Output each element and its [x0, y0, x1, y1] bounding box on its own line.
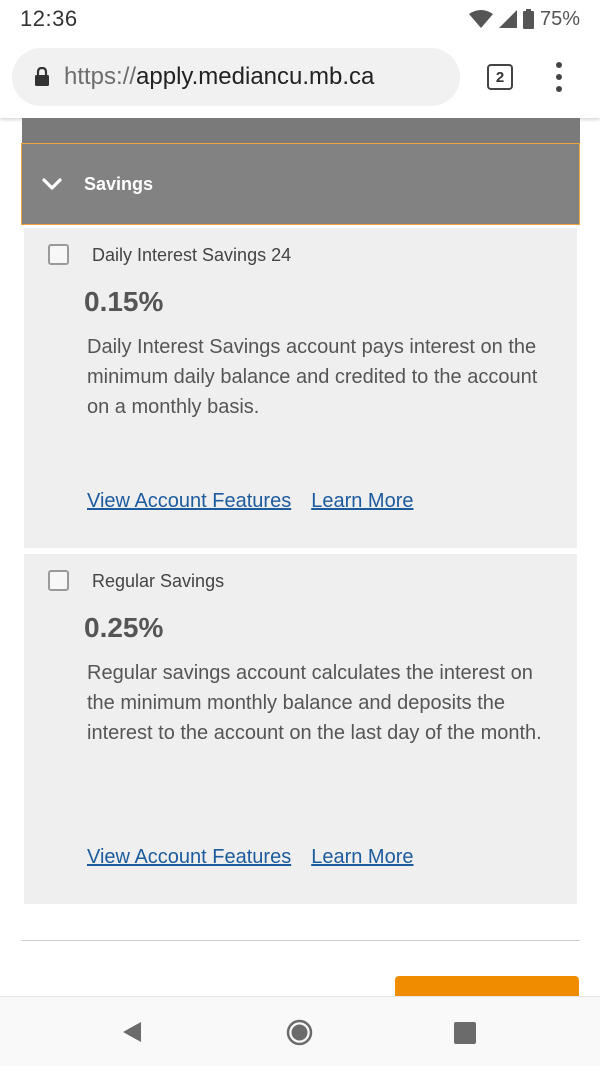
recent-apps-icon[interactable]	[454, 1022, 476, 1044]
url-text: https://apply.mediancu.mb.ca	[64, 63, 374, 91]
interest-rate: 0.25%	[84, 612, 164, 643]
account-checkbox[interactable]	[48, 570, 69, 591]
account-card: Regular Savings 0.25% Regular savings ac…	[24, 554, 577, 904]
account-links: View Account Features Learn More	[87, 490, 413, 513]
address-bar[interactable]: https://apply.mediancu.mb.ca	[12, 48, 460, 106]
account-card: Daily Interest Savings 24 0.15% Daily In…	[24, 228, 577, 548]
account-name: Daily Interest Savings 24	[92, 245, 292, 265]
back-icon[interactable]	[121, 1020, 143, 1044]
battery-percent: 75%	[539, 7, 580, 30]
account-description: Regular savings account calculates the i…	[87, 662, 542, 744]
section-title: Savings	[84, 173, 154, 194]
browser-toolbar: https://apply.mediancu.mb.ca 2	[0, 38, 600, 118]
overflow-menu-icon[interactable]	[549, 62, 569, 92]
status-icons: 75%	[468, 7, 580, 31]
account-checkbox[interactable]	[48, 244, 69, 265]
system-nav-bar	[0, 996, 600, 1066]
view-account-features-link[interactable]: View Account Features	[87, 490, 291, 513]
account-description: Daily Interest Savings account pays inte…	[87, 336, 538, 418]
lock-icon	[35, 67, 49, 86]
previous-section-strip	[22, 118, 580, 144]
status-bar: 12:36 75%	[0, 0, 600, 38]
battery-icon	[522, 9, 534, 29]
interest-rate: 0.15%	[84, 286, 164, 317]
status-time: 12:36	[20, 6, 78, 31]
home-icon[interactable]	[286, 1019, 313, 1046]
chevron-down-icon	[42, 178, 62, 190]
cell-signal-icon	[498, 10, 517, 28]
learn-more-link[interactable]: Learn More	[311, 490, 413, 513]
account-name: Regular Savings	[92, 571, 225, 591]
url-host: apply.mediancu.mb.ca	[136, 63, 375, 90]
divider	[21, 940, 580, 941]
view-account-features-link[interactable]: View Account Features	[87, 846, 291, 869]
savings-section-header[interactable]: Savings	[21, 143, 580, 225]
wifi-icon	[468, 10, 493, 28]
url-scheme: https://	[64, 63, 137, 90]
tab-switcher-button[interactable]: 2	[487, 64, 513, 90]
account-links: View Account Features Learn More	[87, 846, 413, 869]
learn-more-link[interactable]: Learn More	[311, 846, 413, 869]
